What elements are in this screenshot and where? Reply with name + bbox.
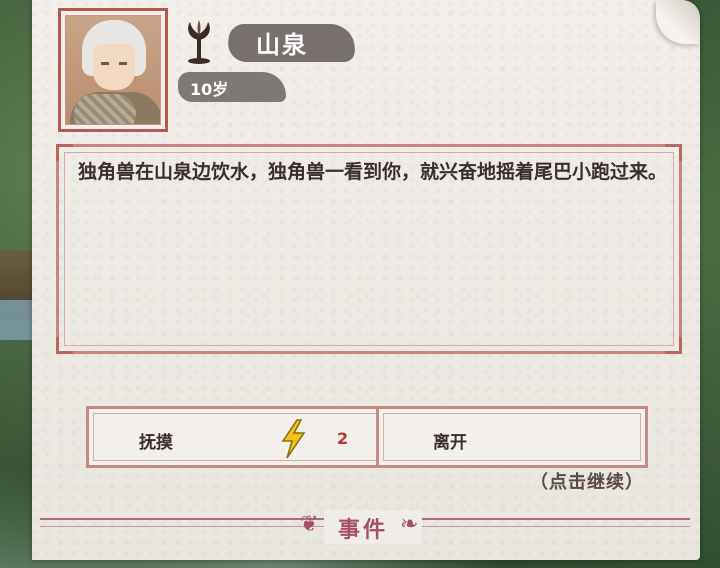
event-scroll-panel[interactable]: 山泉 10岁 独角兽在山泉边饮水，独角兽一看到你，就兴奋地摇着尾巴小跑过来。 抚…	[32, 0, 700, 560]
frame-corner	[56, 144, 73, 161]
ornament-right-icon: ❧	[400, 512, 419, 537]
character-name: 山泉	[256, 31, 308, 59]
sprout-emblem-icon	[188, 20, 210, 64]
scroll-curl	[656, 0, 700, 44]
event-description: 独角兽在山泉边饮水，独角兽一看到你，就兴奋地摇着尾巴小跑过来。	[78, 161, 668, 183]
character-age: 10岁	[190, 80, 229, 99]
event-footer-title: 事件	[338, 518, 389, 543]
frame-corner	[665, 337, 682, 354]
leave-choice-label: 离开	[433, 433, 467, 453]
frame-corner	[56, 337, 73, 354]
pet-choice-button[interactable]: 抚摸 2	[86, 406, 392, 468]
pet-choice-label: 抚摸	[139, 433, 173, 453]
lightning-icon	[281, 419, 306, 459]
leave-choice-button[interactable]: 离开	[376, 406, 648, 468]
portrait-image	[65, 15, 161, 125]
ornament-left-icon: ❦	[300, 512, 319, 537]
continue-hint[interactable]: （点击继续）	[530, 468, 644, 494]
energy-cost: 2	[337, 429, 349, 448]
character-portrait	[58, 8, 168, 132]
